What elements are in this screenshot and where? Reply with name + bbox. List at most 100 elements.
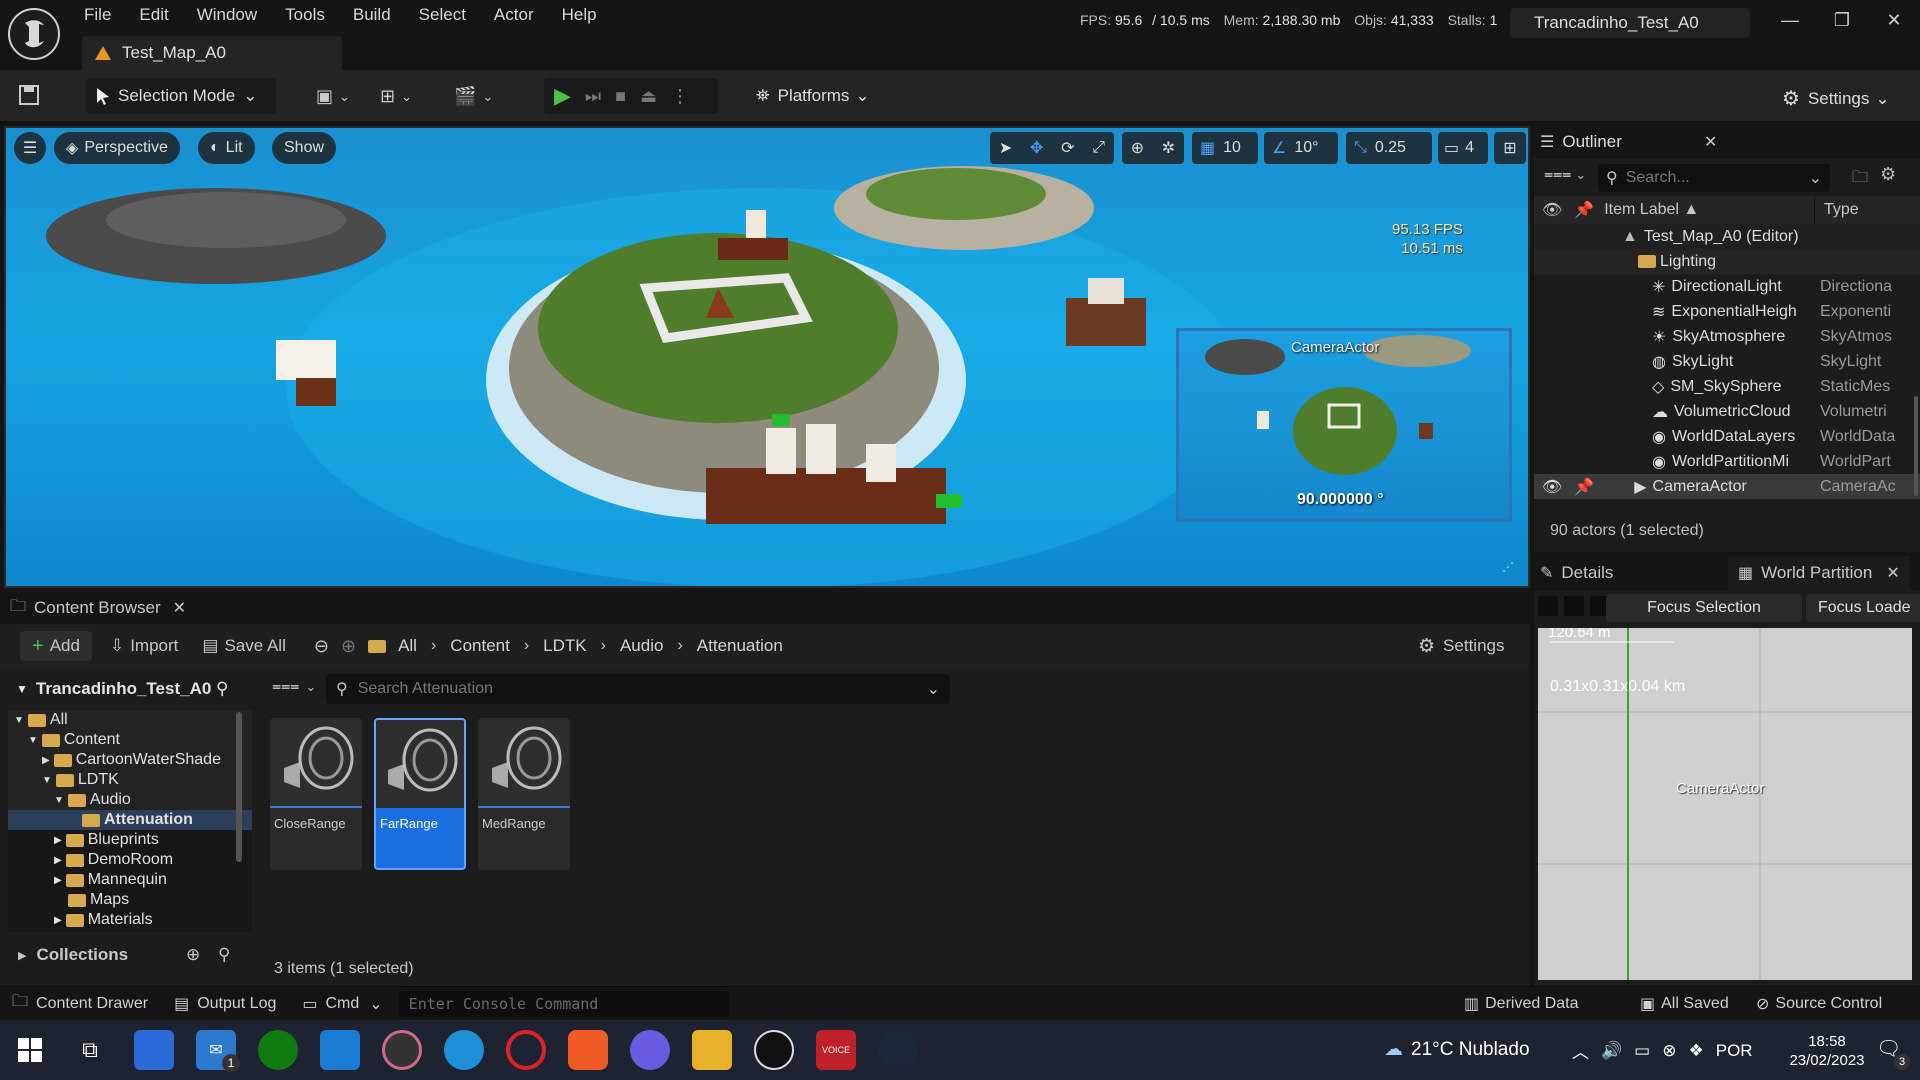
weather-widget[interactable]: ☁ 21°C Nublado — [1384, 1038, 1530, 1061]
dropbox-icon[interactable]: ❖ — [1688, 1041, 1703, 1061]
crumb-all[interactable]: All — [398, 636, 417, 656]
asset-filter-dropdown[interactable]: ⩶ ⌄ — [272, 678, 316, 696]
add-actor-button[interactable]: ▣ ⌄ — [316, 86, 350, 107]
menu-edit[interactable]: Edit — [139, 5, 168, 25]
cinematics-button[interactable]: 🎬 ⌄ — [454, 86, 493, 107]
blueprints-button[interactable]: ⊞ ⌄ — [380, 86, 412, 107]
project-root[interactable]: ▼ Trancadinho_Test_A0 ⚲ — [8, 672, 252, 706]
xbox-tray-icon[interactable]: ⊗ — [1662, 1041, 1676, 1061]
tab-world-partition[interactable]: ▦ World Partition ✕ — [1728, 556, 1910, 590]
task-view-icon[interactable]: ⧉ — [70, 1030, 110, 1070]
tree-item-blueprints[interactable]: ▶ Blueprints — [8, 830, 252, 850]
world-partition-map[interactable]: 120.64 m 0.31x0.31x0.04 km CameraActor — [1538, 628, 1912, 980]
cmd-dropdown[interactable]: ▭ Cmd ⌄ — [302, 994, 382, 1014]
platforms-dropdown[interactable]: ⛯ Platforms ⌄ — [756, 86, 870, 106]
discord-icon[interactable] — [630, 1030, 670, 1070]
windows-start-icon[interactable] — [12, 1032, 48, 1068]
chevron-up-icon[interactable]: ︿ — [1572, 1038, 1589, 1063]
menu-window[interactable]: Window — [197, 5, 257, 25]
step-icon[interactable]: ⏭ — [585, 86, 601, 107]
search-icon[interactable]: ⚲ — [218, 945, 230, 965]
toggle-box[interactable] — [1538, 596, 1558, 616]
item-label-column[interactable]: Item Label ▲ — [1604, 201, 1699, 219]
perspective-dropdown[interactable]: ◈ Perspective — [54, 132, 180, 164]
close-tab-icon[interactable]: ✕ — [1886, 563, 1899, 583]
list-item[interactable]: ◍ SkyLight SkyLight — [1534, 349, 1920, 374]
settings-dropdown[interactable]: ⚙ Settings ⌄ — [1782, 86, 1890, 111]
select-tool-icon[interactable]: ➤ — [999, 138, 1012, 158]
network-icon[interactable]: ▭ — [1634, 1041, 1650, 1061]
store-icon[interactable] — [134, 1030, 174, 1070]
asset-tile-selected[interactable]: FarRange — [374, 718, 466, 870]
source-control-button[interactable]: ⊘ Source Control — [1756, 994, 1882, 1014]
content-drawer-button[interactable]: 🗀 Content Drawer — [12, 990, 148, 1017]
tree-item-attenuation[interactable]: Attenuation — [8, 810, 252, 830]
tree-item-materials[interactable]: ▶ Materials — [8, 910, 252, 930]
volume-icon[interactable]: 🔊 — [1601, 1041, 1622, 1061]
close-window-icon[interactable]: ✕ — [1874, 10, 1914, 31]
outliner-settings-gear-icon[interactable]: ⚙ — [1880, 164, 1896, 185]
filter-dropdown[interactable]: ⩶ ⌄ — [1544, 166, 1586, 184]
save-icon[interactable] — [18, 84, 40, 106]
tree-item-content[interactable]: ▼ Content — [8, 730, 252, 750]
menu-select[interactable]: Select — [419, 5, 466, 25]
pin-icon[interactable]: 📌 — [1574, 477, 1594, 497]
camera-speed-button[interactable]: ▭ 4 — [1438, 132, 1488, 164]
edge-icon[interactable] — [444, 1030, 484, 1070]
tree-item-cartoonwater[interactable]: ▶ CartoonWaterShade — [8, 750, 252, 770]
list-item[interactable]: ☀ SkyAtmosphere SkyAtmos — [1534, 324, 1920, 349]
list-item[interactable]: ◇ SM_SkySphere StaticMes — [1534, 374, 1920, 399]
list-item[interactable]: ≋ ExponentialHeigh Exponenti — [1534, 299, 1920, 324]
unreal-logo-icon[interactable] — [8, 8, 60, 60]
back-icon[interactable]: ⊖ — [314, 636, 329, 657]
cb-settings-button[interactable]: ⚙ Settings — [1418, 635, 1504, 658]
focus-loaded-button[interactable]: Focus Loade — [1806, 594, 1920, 622]
surface-snap-icon[interactable]: ✲ — [1162, 138, 1175, 158]
console-input[interactable]: Enter Console Command — [398, 990, 729, 1017]
opera-icon[interactable] — [506, 1030, 546, 1070]
asset-tile[interactable]: CloseRange — [270, 718, 362, 870]
menu-file[interactable]: File — [84, 5, 111, 25]
outliner-search[interactable]: ⚲ Search... ⌄ — [1598, 164, 1830, 192]
selection-mode-dropdown[interactable]: Selection Mode ⌄ — [86, 78, 276, 114]
content-browser-tab[interactable]: 🗀 Content Browser ✕ — [10, 595, 186, 622]
outliner-tab[interactable]: ☰ Outliner ✕ — [1534, 126, 1920, 158]
move-tool-icon[interactable]: ✥ — [1030, 138, 1043, 158]
list-item[interactable]: ✳ DirectionalLight Directiona — [1534, 274, 1920, 299]
forward-icon[interactable]: ⊕ — [341, 636, 356, 657]
trello-icon[interactable] — [320, 1030, 360, 1070]
tree-item-demoroom[interactable]: ▶ DemoRoom — [8, 850, 252, 870]
tab-details[interactable]: ✎ Details — [1540, 563, 1613, 583]
unreal-engine-taskbar-icon[interactable] — [754, 1030, 794, 1070]
list-item[interactable]: ◉ WorldDataLayers WorldData — [1534, 424, 1920, 449]
map-tab[interactable]: Test_Map_A0 — [82, 36, 342, 70]
eject-icon[interactable]: ⏏ — [640, 86, 657, 107]
level-viewport[interactable]: ☰ ◈ Perspective ◐ Lit Show ➤ ✥ ⟳ ⤢ ⊕ ✲ ▦… — [4, 126, 1530, 588]
tree-item-audio[interactable]: ▼ Audio — [8, 790, 252, 810]
tree-item-mannequin[interactable]: ▶ Mannequin — [8, 870, 252, 890]
viewport-layout-icon[interactable]: ⊞ — [1494, 132, 1526, 164]
play-icon[interactable]: ▶ — [554, 83, 571, 109]
menu-actor[interactable]: Actor — [494, 5, 534, 25]
crumb-content[interactable]: Content — [450, 636, 510, 656]
close-tab-icon[interactable]: ✕ — [1704, 132, 1717, 152]
close-tab-icon[interactable]: ✕ — [173, 598, 186, 618]
scale-tool-icon[interactable]: ⤢ — [1092, 139, 1105, 157]
menu-help[interactable]: Help — [562, 5, 597, 25]
tree-item-all[interactable]: ▼ All — [8, 710, 252, 730]
list-item-selected[interactable]: 👁 📌 ▶ CameraActor CameraAc — [1534, 474, 1920, 499]
asset-search[interactable]: ⚲ Search Attenuation ⌄ — [326, 674, 950, 704]
derived-data-button[interactable]: ▥ Derived Data — [1464, 994, 1579, 1014]
type-column[interactable]: Type — [1824, 201, 1859, 219]
tree-scrollbar[interactable] — [236, 712, 242, 862]
scale-snap-toggle[interactable]: ⤡ 0.25 — [1346, 132, 1432, 164]
search-icon[interactable]: ⚲ — [216, 679, 228, 699]
rotation-snap-toggle[interactable]: ∠ 10° — [1264, 132, 1338, 164]
grid-snap-toggle[interactable]: ▦ 10 — [1192, 132, 1258, 164]
import-button[interactable]: ⇩ Import — [110, 636, 178, 656]
add-folder-icon[interactable]: 🗀 — [1852, 166, 1868, 193]
file-explorer-icon[interactable] — [692, 1030, 732, 1070]
viewport-menu-icon[interactable]: ☰ — [14, 132, 46, 164]
outliner-scrollbar[interactable] — [1914, 396, 1918, 496]
lit-dropdown[interactable]: ◐ Lit — [198, 132, 255, 164]
